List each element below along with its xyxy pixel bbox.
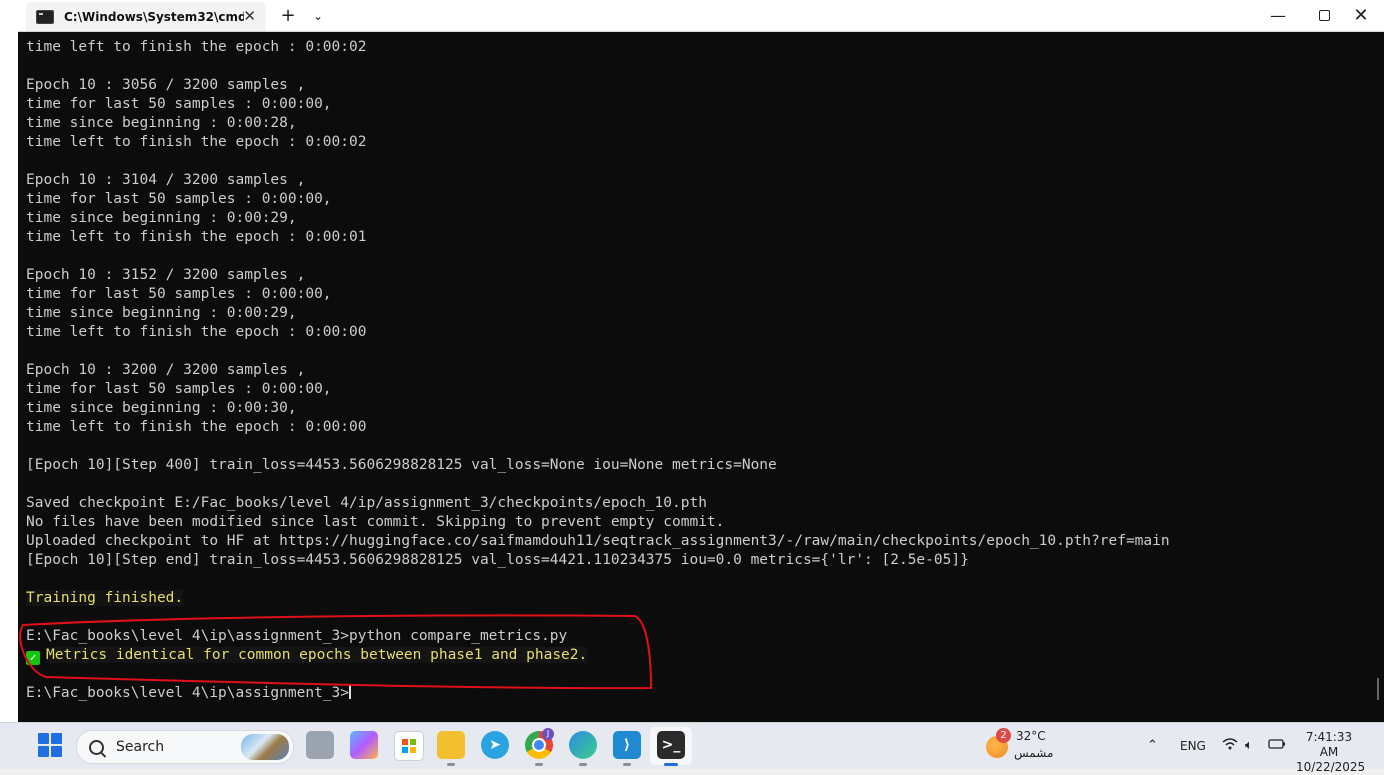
terminal-line: time left to finish the epoch : 0:00:02 (26, 134, 367, 150)
terminal-app-icon[interactable]: >_ (657, 731, 685, 766)
scrollbar-thumb[interactable] (1377, 678, 1379, 700)
terminal-line: time left to finish the epoch : 0:00:00 (26, 324, 367, 340)
terminal-line: time left to finish the epoch : 0:00:00 (26, 419, 367, 435)
terminal-line: Epoch 10 : 3200 / 3200 samples , (26, 362, 306, 378)
telegram-icon[interactable]: ➤ (481, 731, 509, 759)
terminal-line: time left to finish the epoch : 0:00:01 (26, 229, 367, 245)
terminal-line: [Epoch 10][Step 400] train_loss=4453.560… (26, 457, 777, 473)
terminal-line: Uploaded checkpoint to HF at https://hug… (26, 533, 1170, 549)
tab-close-icon[interactable]: ✕ (243, 7, 256, 25)
taskbar: Search ➤ J ⟩ >_ 2 32°C مشمس ⌃ ENG 🔈︎ 7:4… (0, 722, 1384, 774)
terminal-line: Epoch 10 : 3104 / 3200 samples , (26, 172, 306, 188)
cmd-icon (36, 9, 54, 24)
search-icon (89, 739, 104, 755)
desktop-strip (0, 0, 19, 722)
restore-icon (1318, 10, 1330, 21)
clock[interactable]: 7:41:33 AM 10/22/2025 (1296, 730, 1365, 775)
chevron-up-icon[interactable]: ⌃ (1147, 738, 1158, 753)
copilot-icon[interactable] (350, 731, 378, 759)
edge-icon[interactable] (569, 731, 597, 766)
terminal-line: time since beginning : 0:00:29, (26, 210, 297, 226)
tab-dropdown-button[interactable]: ⌄ (309, 0, 327, 31)
battery-icon[interactable] (1268, 738, 1286, 754)
search-label: Search (116, 739, 165, 755)
close-button[interactable]: ✕ (1338, 0, 1384, 31)
weather-temperature: 32°C (1016, 729, 1046, 743)
volume-icon[interactable]: 🔈︎ (1245, 738, 1253, 753)
terminal-line: No files have been modified since last c… (26, 514, 725, 530)
search-highlight-image (241, 734, 289, 760)
tab-cmd[interactable]: C:\Windows\System32\cmd.e ✕ (26, 2, 266, 31)
terminal-line: time for last 50 samples : 0:00:00, (26, 191, 332, 207)
command-line: E:\Fac_books\level 4\ip\assignment_3>pyt… (26, 628, 568, 644)
terminal-line: time for last 50 samples : 0:00:00, (26, 381, 332, 397)
title-bar: C:\Windows\System32\cmd.e ✕ + ⌄ — ✕ (18, 0, 1384, 32)
vscode-icon[interactable]: ⟩ (613, 731, 641, 766)
metrics-result-line: ✓ Metrics identical for common epochs bet… (26, 646, 1368, 665)
training-finished-line: Training finished. (26, 590, 184, 606)
start-button[interactable] (38, 733, 62, 757)
prompt-line[interactable]: E:\Fac_books\level 4\ip\assignment_3> (26, 684, 1368, 703)
terminal-line: Epoch 10 : 3056 / 3200 samples , (26, 77, 306, 93)
task-view-icon[interactable] (306, 731, 334, 759)
terminal-line: time for last 50 samples : 0:00:00, (26, 286, 332, 302)
terminal-line: time since beginning : 0:00:29, (26, 305, 297, 321)
file-explorer-icon[interactable] (437, 731, 465, 766)
new-tab-button[interactable]: + (277, 0, 299, 31)
weather-badge: 2 (996, 728, 1011, 743)
profile-badge: J (542, 728, 554, 740)
microsoft-store-icon[interactable] (394, 731, 424, 761)
language-indicator[interactable]: ENG (1180, 739, 1206, 753)
tab-title: C:\Windows\System32\cmd.e (64, 9, 244, 24)
terminal-line: time for last 50 samples : 0:00:00, (26, 96, 332, 112)
search-box[interactable]: Search (76, 730, 294, 764)
clock-time: 7:41:33 AM (1305, 730, 1353, 759)
text-cursor (349, 684, 352, 699)
weather-description: مشمس (1014, 746, 1054, 760)
check-mark-icon: ✓ (26, 651, 40, 665)
terminal-line: time left to finish the epoch : 0:00:02 (26, 39, 367, 55)
terminal-line: time since beginning : 0:00:28, (26, 115, 297, 131)
terminal-line: Epoch 10 : 3152 / 3200 samples , (26, 267, 306, 283)
terminal-output[interactable]: time left to finish the epoch : 0:00:02 E… (18, 32, 1368, 722)
terminal-window: C:\Windows\System32\cmd.e ✕ + ⌄ — ✕ time… (18, 0, 1384, 722)
terminal-line: time since beginning : 0:00:30, (26, 400, 297, 416)
wifi-icon[interactable] (1222, 738, 1238, 754)
minimize-button[interactable]: — (1255, 0, 1301, 31)
terminal-line: Saved checkpoint E:/Fac_books/level 4/ip… (26, 495, 707, 511)
terminal-line: [Epoch 10][Step end] train_loss=4453.560… (26, 552, 969, 568)
